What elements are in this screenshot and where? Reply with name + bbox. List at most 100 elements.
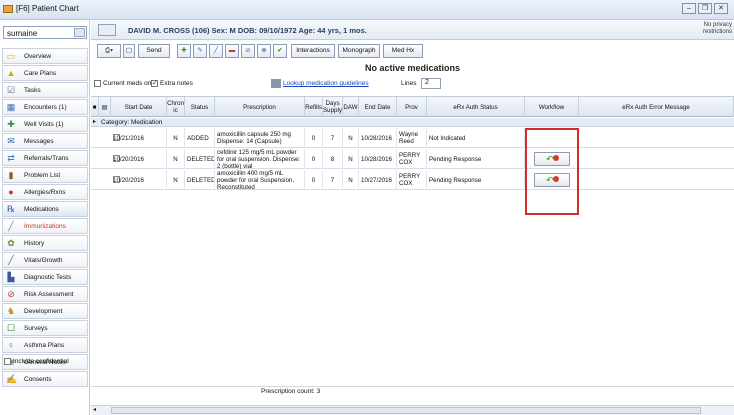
sidebar-item-problem-list[interactable]: ▮ Problem List [2, 167, 88, 183]
checkmark-icon[interactable]: ✔ [273, 44, 287, 58]
sidebar-item-label: Tasks [24, 87, 41, 94]
add-icon[interactable]: ✚ [177, 44, 191, 58]
include-confidential-label: Include confidential [13, 358, 69, 365]
horizontal-scrollbar[interactable]: ◂ [91, 405, 734, 415]
sidebar-item-vitals[interactable]: ╱ Vitals/Growth [2, 252, 88, 268]
sidebar-item-messages[interactable]: ✉ Messages [2, 133, 88, 149]
encounters-icon: ▦ [6, 102, 16, 112]
table-row[interactable]: 10/21/2016 N ADDED amoxicillin capsule 250 … [91, 128, 734, 148]
column-header[interactable]: Refills [305, 97, 323, 117]
history-icon: ✿ [7, 238, 15, 248]
title-bar: [F6] Patient Chart – ❐ ✕ [0, 0, 734, 20]
development-icon: ♞ [6, 306, 16, 316]
table-row[interactable]: 10/20/2016 N DELETED amoxicillin 400 mg/5 m… [91, 170, 734, 190]
close-button[interactable]: ✕ [714, 3, 728, 14]
sidebar-item-tasks[interactable]: ☑ Tasks [2, 82, 88, 98]
column-header[interactable]: Days Supply [323, 97, 343, 117]
sidebar-item-well-visits[interactable]: ✚ Well Visits (1) [2, 116, 88, 132]
minimize-button[interactable]: – [682, 3, 696, 14]
sidebar-item-history[interactable]: ✿ History [2, 235, 88, 251]
send-button[interactable]: Send [138, 44, 170, 58]
column-header[interactable]: End Date [359, 97, 397, 117]
column-header[interactable]: eRx Auth Error Message [579, 97, 734, 117]
patient-search-input[interactable]: sumaine [3, 26, 87, 39]
sidebar-item-encounters[interactable]: ▦ Encounters (1) [2, 99, 88, 115]
cell-days: 7 [323, 128, 343, 148]
cell-status: DELETED [185, 170, 215, 190]
sidebar-item-label: Messages [24, 138, 54, 145]
cell-rx: amoxicillin capsule 250 mg Dispense: 14 … [215, 128, 305, 148]
asthma-plans-icon: ♀ [7, 340, 15, 350]
column-options-icon[interactable]: ▤ [99, 97, 111, 117]
sidebar-item-consents[interactable]: ✍ Consents [2, 371, 88, 387]
pencil-icon[interactable]: ╱ [209, 44, 223, 58]
prescription-count: Prescription count: 3 [261, 388, 321, 395]
delete-icon[interactable]: ▬ [225, 44, 239, 58]
lines-stepper[interactable]: 2 [421, 78, 441, 89]
collapse-arrow-icon[interactable]: ▸ [93, 118, 96, 125]
column-header[interactable]: DAW [343, 97, 359, 117]
risk-assessment-icon: ⊘ [7, 289, 15, 299]
cell-daw: N [343, 149, 359, 169]
extra-notes-label: Extra notes [160, 80, 193, 87]
column-header[interactable]: Workflow [525, 97, 579, 117]
med-hx-button[interactable]: Med Hx [383, 44, 423, 58]
patient-banner: DAVID M. CROSS (106) Sex: M DOB: 09/10/1… [91, 20, 734, 40]
sidebar-item-overview[interactable]: ▭ Overview [2, 48, 88, 64]
send-label: Send [146, 47, 162, 54]
column-header[interactable]: Chron ic [167, 97, 185, 117]
cell-end: 10/27/2016 [359, 170, 397, 190]
cell-rx: cefdinir 125 mg/5 mL powder for oral sus… [215, 149, 305, 169]
sidebar-item-care-plans[interactable]: ▲ Care Plans [2, 65, 88, 81]
sidebar-item-label: Problem List [24, 172, 61, 179]
renew-icon[interactable]: ⊗ [257, 44, 271, 58]
print-button[interactable]: ⎙▾ [97, 44, 121, 58]
cell-start: 10/20/2016 [111, 170, 167, 190]
discontinue-icon[interactable]: ⊘ [241, 44, 255, 58]
interactions-button[interactable]: Interactions [291, 44, 335, 58]
lines-label: Lines [401, 80, 417, 87]
medications-icon: ℞ [6, 204, 16, 214]
current-meds-checkbox[interactable] [94, 80, 101, 87]
messages-icon: ✉ [7, 136, 15, 146]
column-header[interactable]: Start Date [111, 97, 167, 117]
scroll-left-icon[interactable]: ◂ [93, 406, 96, 413]
sidebar-item-asthma-plans[interactable]: ♀ Asthma Plans [2, 337, 88, 353]
cell-daw: N [343, 170, 359, 190]
sidebar-item-label: Referrals/Trans [24, 155, 69, 162]
maximize-button[interactable]: ❐ [698, 3, 712, 14]
sidebar-item-immunizations[interactable]: ╱ Immunizations [2, 218, 88, 234]
guidelines-link[interactable]: Lookup medication guidelines [283, 80, 369, 87]
sidebar-item-allergies[interactable]: ● Allergies/Rxns [2, 184, 88, 200]
copy-icon[interactable]: ▢ [123, 44, 135, 58]
column-selector-icon[interactable]: ■ [91, 97, 99, 117]
sidebar-item-surveys[interactable]: ☐ Surveys [2, 320, 88, 336]
sidebar-item-label: Well Visits (1) [24, 121, 64, 128]
column-header[interactable]: eRx Auth Status [427, 97, 525, 117]
sidebar-item-risk-assessment[interactable]: ⊘ Risk Assessment [2, 286, 88, 302]
sidebar-item-label: Development [24, 308, 63, 315]
table-row[interactable]: 10/20/2016 N DELETED cefdinir 125 mg/5 mL p… [91, 149, 734, 169]
sidebar-item-label: Asthma Plans [24, 342, 65, 349]
cell-auth: Pending Response [427, 149, 525, 169]
monograph-button[interactable]: Monograph [338, 44, 380, 58]
sidebar-item-label: Vitals/Growth [24, 257, 63, 264]
sidebar-item-diagnostic-tests[interactable]: ▙ Diagnostic Tests [2, 269, 88, 285]
include-confidential-checkbox[interactable] [4, 358, 11, 365]
extra-notes-checkbox[interactable] [151, 79, 158, 87]
cell-auth: Not Indicated [427, 128, 525, 148]
vitals-icon: ╱ [8, 255, 14, 265]
care-plans-icon: ▲ [6, 68, 16, 78]
column-header[interactable]: Prov [397, 97, 427, 117]
sidebar-item-medications[interactable]: ℞ Medications [2, 201, 88, 217]
cell-prov: Wayne Reed [397, 128, 427, 148]
column-header[interactable]: Prescription [215, 97, 305, 117]
med-hx-label: Med Hx [391, 47, 415, 54]
column-header[interactable]: Status [185, 97, 215, 117]
sidebar-item-referrals[interactable]: ⇄ Referrals/Trans [2, 150, 88, 166]
category-row[interactable]: ▸ Category: Medication [91, 118, 734, 127]
edit-icon[interactable]: ✎ [193, 44, 207, 58]
patient-picker-icon[interactable] [74, 28, 85, 37]
sidebar-item-development[interactable]: ♞ Development [2, 303, 88, 319]
scrollbar-thumb[interactable] [111, 407, 701, 414]
